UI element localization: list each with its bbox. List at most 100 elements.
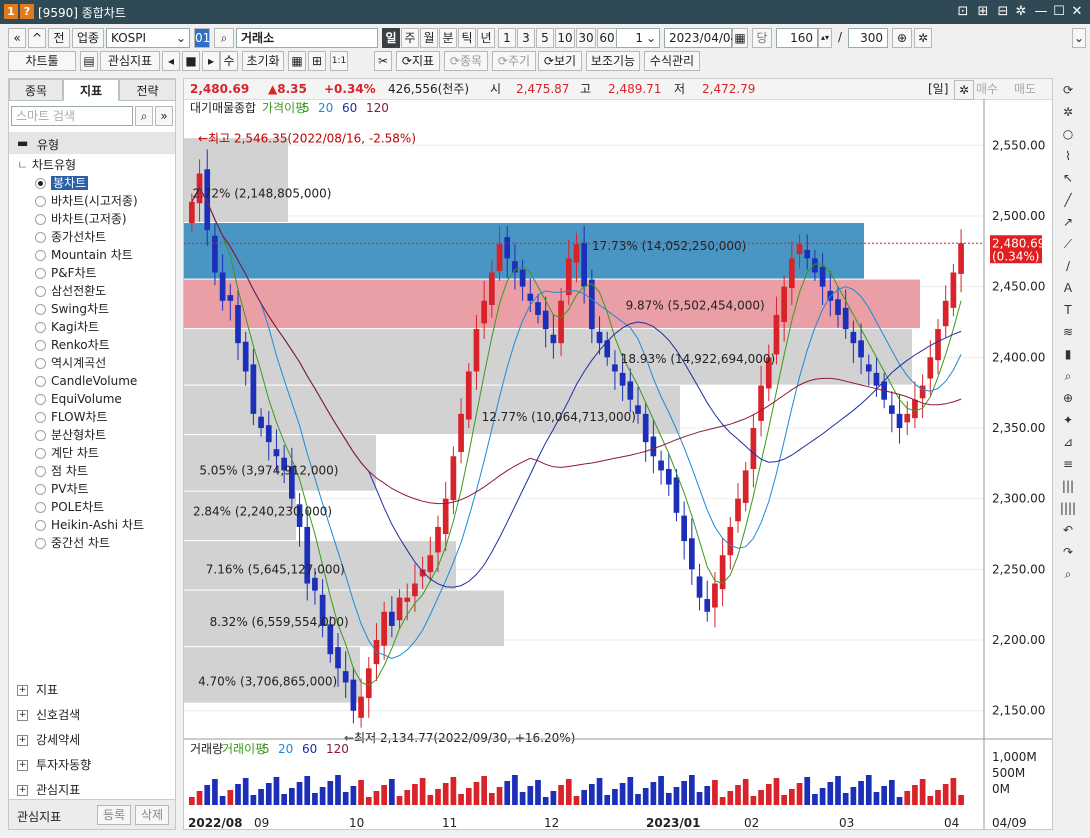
lines-icon[interactable]: ||||	[1058, 498, 1078, 518]
period-tab-1[interactable]: 주	[401, 28, 419, 48]
su-button[interactable]: 수	[220, 51, 238, 71]
settings-icon[interactable]: ✲	[954, 80, 974, 100]
price-chart-svg[interactable]: 대기매물 종합 가격이평5 20 60 1202,550.002,500.002,450.…	[184, 99, 1052, 829]
chart-type-item[interactable]: FLOW차트	[35, 409, 108, 426]
chart-type-item[interactable]: 계단 차트	[35, 445, 99, 462]
jeon-button[interactable]: 전	[48, 28, 70, 48]
search-icon[interactable]: ⌕	[214, 28, 234, 48]
chart-type-item[interactable]: P&F차트	[35, 265, 97, 282]
chart-type-item[interactable]: 중간선 차트	[35, 535, 110, 552]
radio-icon[interactable]	[35, 484, 46, 495]
symbol-select[interactable]: KOSPI ⌄	[106, 28, 190, 48]
chart-type-item[interactable]: PV차트	[35, 481, 89, 498]
screenshot-icon[interactable]: ⊞	[974, 3, 992, 21]
radio-icon[interactable]	[35, 340, 46, 351]
settings-icon[interactable]: ✲	[914, 28, 932, 48]
tab-strategy[interactable]: 전략	[119, 79, 176, 101]
group-header[interactable]: ▬ 유형	[9, 132, 175, 154]
radio-icon[interactable]	[35, 322, 46, 333]
expand-plus-icon[interactable]: +	[17, 685, 28, 696]
expand-icon[interactable]: »	[155, 106, 173, 126]
radio-icon[interactable]	[35, 520, 46, 531]
line-icon[interactable]: ╱	[1058, 190, 1078, 210]
chart-type-item[interactable]: 봉차트	[35, 175, 89, 192]
chart-type-item[interactable]: EquiVolume	[35, 391, 122, 408]
expand-plus-icon[interactable]: +	[17, 735, 28, 746]
interval-button-4[interactable]: 30	[576, 28, 596, 48]
smart-search-input[interactable]: 스마트 검색	[11, 106, 133, 126]
chart-type-item[interactable]: POLE차트	[35, 499, 104, 516]
ray-icon[interactable]: ⟋	[1058, 234, 1078, 254]
prev-prev-icon[interactable]: «	[8, 28, 26, 48]
refresh-icon[interactable]: ⟳	[1058, 80, 1078, 100]
window-badge-1[interactable]: 1	[4, 4, 18, 19]
fan-icon[interactable]: ✦	[1058, 410, 1078, 430]
auto-icon[interactable]: Ａ	[1058, 278, 1078, 298]
period-tab-5[interactable]: 년	[477, 28, 495, 48]
nn-icon[interactable]: ≡	[1058, 454, 1078, 474]
radio-icon[interactable]	[35, 376, 46, 387]
date-field[interactable]: 2023/04/04	[664, 28, 738, 48]
up-icon[interactable]: ^	[28, 28, 46, 48]
indicator-button[interactable]: ⟳지표	[396, 51, 440, 71]
grid-icon[interactable]: ▦	[288, 51, 306, 71]
symbol-name-field[interactable]: 거래소	[236, 28, 378, 48]
circle-icon[interactable]: ○	[1058, 124, 1078, 144]
interval-button-2[interactable]: 5	[536, 28, 554, 48]
spinner-icon[interactable]: ▴▾	[818, 28, 832, 48]
radio-icon[interactable]	[35, 394, 46, 405]
ruler-icon[interactable]: ⊿	[1058, 432, 1078, 452]
fib-icon[interactable]: ≋	[1058, 322, 1078, 342]
view-button[interactable]: ⟳보기	[538, 51, 582, 71]
period-tab-3[interactable]: 분	[439, 28, 457, 48]
calendar-icon[interactable]: ▦	[732, 28, 748, 48]
radio-icon[interactable]	[35, 286, 46, 297]
register-button[interactable]: 등록	[97, 805, 131, 825]
period-tab-2[interactable]: 월	[420, 28, 438, 48]
maximize-icon[interactable]: ☐	[1050, 3, 1068, 21]
search-icon[interactable]: ⌕	[1058, 564, 1078, 584]
collapse-icon[interactable]: ⌄	[1072, 28, 1086, 48]
chart-icon[interactable]: ⌇	[1058, 146, 1078, 166]
pin-icon[interactable]: ⊟	[994, 3, 1012, 21]
buy-button[interactable]: 매수	[976, 79, 998, 99]
chart-type-item[interactable]: Renko차트	[35, 337, 110, 354]
radio-icon[interactable]	[35, 358, 46, 369]
chart-type-item[interactable]: 분산형차트	[35, 427, 106, 444]
tree-root[interactable]: ㄴ 차트유형	[17, 156, 76, 173]
radio-icon[interactable]	[35, 304, 46, 315]
link-icon[interactable]: ⊡	[954, 3, 972, 21]
bars-icon[interactable]: |||	[1058, 476, 1078, 496]
radio-icon[interactable]	[35, 232, 46, 243]
chart-type-item[interactable]: 바차트(고저종)	[35, 211, 127, 228]
radio-icon[interactable]	[35, 466, 46, 477]
text-icon[interactable]: T	[1058, 300, 1078, 320]
chart-type-item[interactable]: Swing차트	[35, 301, 109, 318]
code-badge[interactable]: 01	[194, 28, 210, 48]
aux-button[interactable]: 보조기능	[586, 51, 640, 71]
delete-button[interactable]: 삭제	[135, 805, 169, 825]
one-one-icon[interactable]: 1:1	[330, 51, 348, 71]
candle-icon[interactable]: ▮	[1058, 344, 1078, 364]
count-field[interactable]: 1 ⌄	[616, 28, 660, 48]
close-icon[interactable]: ✕	[1068, 3, 1086, 21]
scissors-icon[interactable]: ✂	[374, 51, 392, 71]
radio-icon[interactable]	[35, 214, 46, 225]
cycle-button[interactable]: ⟳주기	[492, 51, 536, 71]
radio-icon[interactable]	[35, 502, 46, 513]
chart-type-item[interactable]: CandleVolume	[35, 373, 137, 390]
cursor-icon[interactable]: ↖	[1058, 168, 1078, 188]
trend-icon[interactable]: ↗	[1058, 212, 1078, 232]
stock-button[interactable]: ⟳종목	[444, 51, 488, 71]
interval-button-5[interactable]: 60	[597, 28, 617, 48]
diagonal-icon[interactable]: ∕	[1058, 256, 1078, 276]
interval-button-0[interactable]: 1	[498, 28, 516, 48]
help-badge[interactable]: ?	[20, 4, 34, 19]
chart-type-item[interactable]: Heikin-Ashi 차트	[35, 517, 144, 534]
radio-icon[interactable]	[35, 178, 46, 189]
magnify-icon[interactable]: ⌕	[1058, 366, 1078, 386]
tab-stocks[interactable]: 종목	[9, 79, 63, 101]
chart-type-item[interactable]: 점 차트	[35, 463, 88, 480]
formula-button[interactable]: 수식관리	[644, 51, 700, 71]
chart-type-item[interactable]: 역시계곡선	[35, 355, 106, 372]
